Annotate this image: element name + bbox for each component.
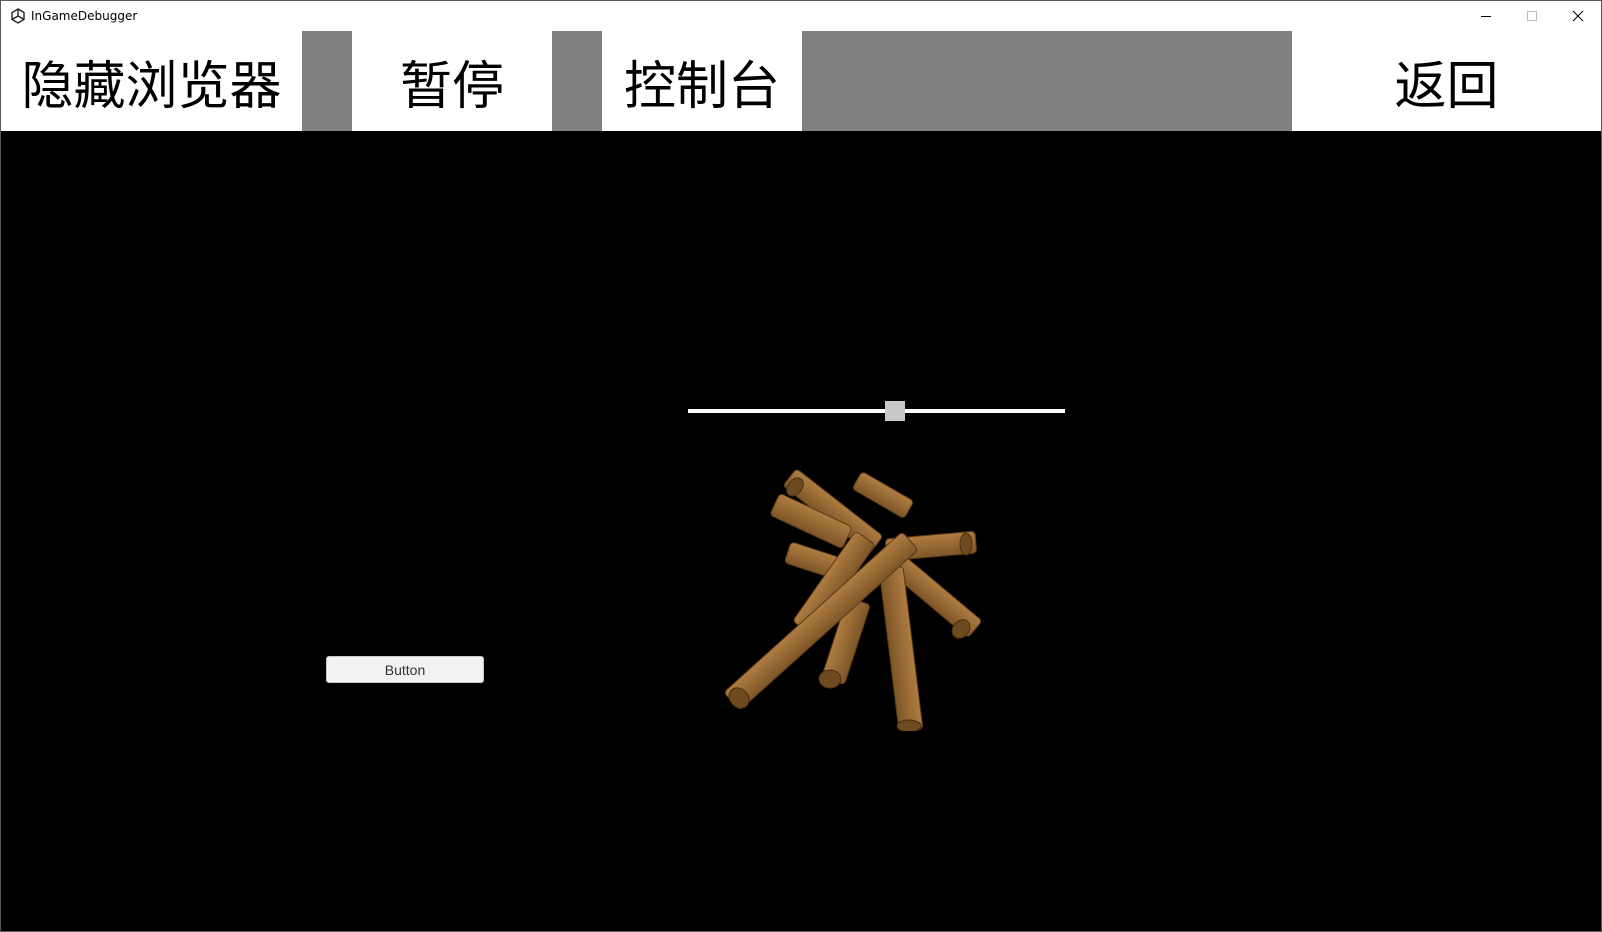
game-viewport[interactable]: Button: [1, 131, 1601, 931]
hide-browser-button[interactable]: 隐藏浏览器: [1, 31, 302, 131]
log-piece: [852, 472, 914, 518]
pause-label: 暂停: [399, 56, 504, 117]
log-end: [896, 719, 922, 731]
game-button-label: Button: [384, 661, 426, 678]
game-slider[interactable]: [688, 399, 1065, 423]
toolbar-spacer: [802, 31, 1292, 131]
window-title: InGameDebugger: [31, 9, 138, 23]
maximize-icon: [1527, 11, 1537, 21]
toolbar-divider: [552, 31, 602, 131]
minimize-button[interactable]: [1463, 1, 1509, 31]
game-button[interactable]: Button: [326, 656, 484, 683]
hide-browser-label: 隐藏浏览器: [21, 56, 282, 117]
minimize-icon: [1481, 16, 1491, 17]
debugger-toolbar: 隐藏浏览器 暂停 控制台 返回: [1, 31, 1601, 131]
console-button[interactable]: 控制台: [602, 31, 802, 131]
back-label: 返回: [1394, 56, 1499, 117]
close-icon: [1572, 10, 1584, 22]
slider-handle[interactable]: [885, 401, 906, 421]
pause-button[interactable]: 暂停: [352, 31, 552, 131]
console-label: 控制台: [623, 56, 780, 117]
slider-track[interactable]: [688, 409, 1065, 413]
title-bar[interactable]: InGameDebugger: [1, 1, 1601, 31]
log-pile: [724, 469, 982, 731]
maximize-button[interactable]: [1509, 1, 1555, 31]
unity-logo-icon: [11, 8, 25, 24]
log-end: [818, 669, 842, 689]
toolbar-divider: [302, 31, 352, 131]
log-end: [959, 532, 973, 556]
close-button[interactable]: [1555, 1, 1601, 31]
app-window: InGameDebugger 隐藏浏览器 暂停 控制台 返回 Button: [0, 0, 1602, 932]
back-button[interactable]: 返回: [1292, 31, 1601, 131]
